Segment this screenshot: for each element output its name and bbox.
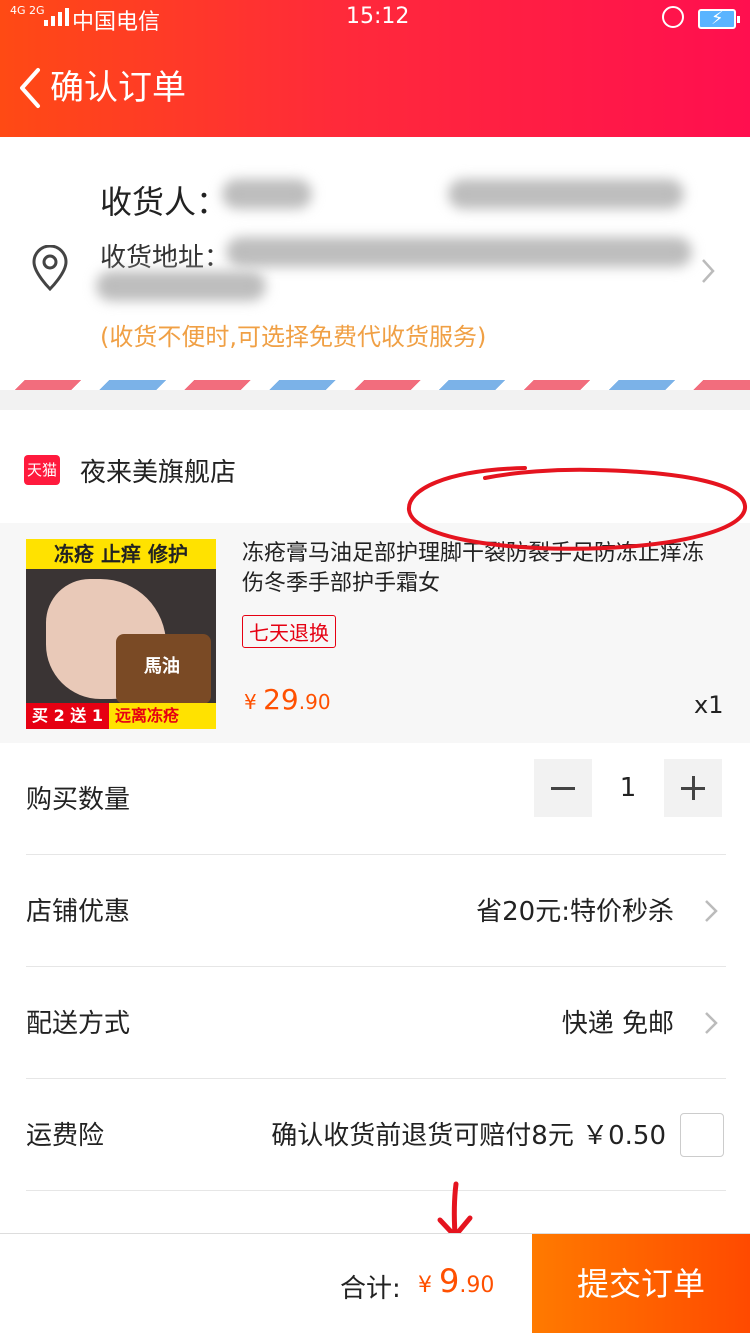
price-symbol: ¥ (244, 690, 264, 714)
total-value: ¥ 9.90 (418, 1262, 494, 1300)
delivery-row[interactable]: 配送方式 快递 免邮 (26, 967, 726, 1079)
annotation-arrow (437, 1181, 473, 1239)
total-integer: 9 (439, 1262, 460, 1300)
network-indicator: 4G 2G (10, 4, 45, 17)
address-line2-redacted (96, 271, 266, 301)
insurance-row: 运费险 确认收货前退货可赔付8元 ￥0.50 (26, 1079, 726, 1191)
total-label: 合计: (340, 1274, 401, 1304)
promo-left: 买 2 送 1 (26, 703, 109, 729)
quantity-stepper: 1 (534, 759, 722, 817)
rotation-lock-icon (662, 6, 684, 28)
recipient-label: 收货人： (100, 183, 229, 221)
decrease-button[interactable] (534, 759, 592, 817)
status-bar: 4G 2G 中国电信 15:12 ⚡ (0, 0, 750, 38)
address-line1-redacted (226, 237, 692, 267)
delivery-value: 快递 免邮 (561, 1009, 674, 1039)
address-label: 收货地址： (100, 243, 231, 273)
total-symbol: ¥ (418, 1273, 439, 1298)
tmall-badge-icon: 天猫 (24, 455, 60, 485)
insurance-checkbox[interactable] (680, 1113, 724, 1157)
address-card[interactable]: 收货人： 收货地址： (收货不便时,可选择免费代收货服务) (0, 137, 750, 390)
submit-order-button[interactable]: 提交订单 (532, 1234, 750, 1333)
delivery-hint: (收货不便时,可选择免费代收货服务) (100, 323, 487, 351)
location-pin-icon (32, 245, 68, 292)
back-icon[interactable] (16, 66, 44, 110)
discount-value: 省20元:特价秒杀 (476, 897, 674, 927)
discount-row[interactable]: 店铺优惠 省20元:特价秒杀 (26, 855, 726, 967)
price-integer: 29 (263, 683, 299, 716)
product-quantity: x1 (694, 691, 724, 719)
recipient-phone-redacted (448, 179, 684, 209)
checkout-bar: 合计: ¥ 9.90 提交订单 (0, 1233, 750, 1333)
quantity-label: 购买数量 (26, 785, 131, 815)
carrier-name: 中国电信 (72, 10, 161, 35)
insurance-value: 确认收货前退货可赔付8元 ￥0.50 (271, 1121, 666, 1151)
chevron-right-icon (702, 259, 715, 283)
airmail-border (0, 380, 750, 390)
price-decimal: .90 (298, 690, 331, 714)
signal-icon (44, 8, 69, 26)
increase-button[interactable] (664, 759, 722, 817)
promo-right: 远离冻疮 (114, 706, 179, 725)
discount-label: 店铺优惠 (26, 897, 131, 927)
status-time: 15:12 (346, 4, 410, 29)
jar-label: 馬油 (144, 656, 180, 677)
annotation-circle (406, 466, 747, 551)
product-image-promo: 买 2 送 1 远离冻疮 (26, 703, 216, 729)
product-price: ¥ 29.90 (244, 683, 331, 716)
product-image: 冻疮 止痒 修护 馬油 买 2 送 1 远离冻疮 (26, 539, 216, 729)
quantity-row: 购买数量 1 (26, 743, 726, 855)
product-image-banner: 冻疮 止痒 修护 (26, 539, 216, 569)
recipient-name-redacted (222, 179, 312, 209)
chevron-right-icon (705, 1012, 718, 1034)
store-name: 夜来美旗舰店 (80, 457, 237, 488)
battery-icon: ⚡ (698, 8, 740, 29)
total-decimal: .90 (459, 1273, 495, 1298)
page-header: 确认订单 (0, 38, 750, 137)
chevron-right-icon (705, 900, 718, 922)
store-header[interactable]: 天猫 夜来美旗舰店 (24, 450, 236, 490)
delivery-label: 配送方式 (26, 1009, 131, 1039)
insurance-label: 运费险 (26, 1121, 105, 1151)
quantity-value[interactable]: 1 (592, 773, 664, 803)
return-policy-tag: 七天退换 (242, 615, 336, 648)
page-title: 确认订单 (50, 68, 186, 108)
